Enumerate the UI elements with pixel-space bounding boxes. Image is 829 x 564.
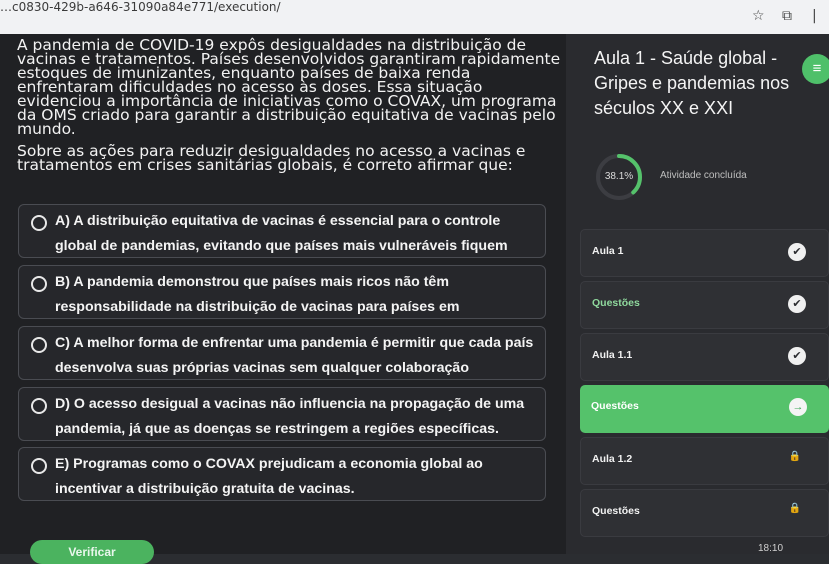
sidebar-item-questoes-1[interactable]: Questões ✔ — [580, 281, 829, 329]
radio-icon[interactable] — [31, 458, 47, 474]
question-prompt: Sobre as ações para reduzir desigualdade… — [17, 142, 526, 174]
sidebar-item-label: Aula 1.2 — [592, 453, 633, 465]
radio-icon[interactable] — [31, 215, 47, 231]
verify-button[interactable]: Verificar — [30, 540, 154, 564]
check-icon: ✔ — [788, 243, 806, 261]
system-clock: 18:10 — [758, 543, 784, 554]
sidebar-item-label: Questões — [591, 400, 639, 412]
sidebar-item-label: Questões — [592, 297, 640, 309]
sidebar-item-label: Aula 1 — [592, 245, 624, 257]
divider-icon: | — [812, 8, 817, 24]
browser-address-bar[interactable]: …c0830-429b-a646-31090a84e771/execution/… — [0, 0, 829, 34]
progress-status: Atividade concluída — [660, 170, 747, 181]
check-icon: ✔ — [788, 347, 806, 365]
option-text: E) Programas como o COVAX prejudicam a e… — [55, 456, 483, 497]
lock-icon: 🔒 — [788, 503, 801, 514]
sidebar-item-aula-1-1[interactable]: Aula 1.1 ✔ — [580, 333, 829, 381]
option-a[interactable]: A) A distribuição equitativa de vacinas … — [18, 204, 546, 279]
option-c[interactable]: C) A melhor forma de enfrentar uma pande… — [18, 326, 546, 401]
option-e[interactable]: E) Programas como o COVAX prejudicam a e… — [18, 447, 546, 501]
sidebar-item-label: Aula 1.1 — [592, 349, 633, 361]
course-title: Aula 1 - Saúde global - Gripes e pandemi… — [594, 48, 790, 118]
radio-icon[interactable] — [31, 398, 47, 414]
progress-indicator: 38.1% Atividade concluída — [594, 152, 747, 207]
course-sidebar: Aula 1 - Saúde global - Gripes e pandemi… — [566, 34, 829, 554]
sidebar-item-questoes-current[interactable]: Questões → — [580, 385, 829, 433]
lock-icon: 🔒 — [788, 451, 801, 462]
puzzle-icon[interactable]: ⧉ — [782, 8, 792, 24]
radio-icon[interactable] — [31, 276, 47, 292]
star-icon[interactable]: ☆ — [752, 8, 765, 24]
sidebar-item-aula-1[interactable]: Aula 1 ✔ — [580, 229, 829, 277]
sidebar-item-questoes-locked[interactable]: Questões 🔒 — [580, 489, 829, 537]
sidebar-item-label: Questões — [592, 505, 640, 517]
option-text: D) O acesso desigual a vacinas não influ… — [55, 396, 525, 437]
radio-icon[interactable] — [31, 337, 47, 353]
menu-icon[interactable]: ≡ — [802, 54, 829, 84]
sidebar-item-aula-1-2[interactable]: Aula 1.2 🔒 — [580, 437, 829, 485]
progress-percent: 38.1% — [604, 171, 634, 182]
activity-page: A pandemia de COVID-19 expôs desigualdad… — [0, 34, 829, 564]
option-b[interactable]: B) A pandemia demonstrou que países mais… — [18, 265, 546, 340]
option-d[interactable]: D) O acesso desigual a vacinas não influ… — [18, 387, 546, 441]
arrow-right-icon: → — [789, 398, 807, 416]
check-icon: ✔ — [788, 295, 806, 313]
question-context: A pandemia de COVID-19 expôs desigualdad… — [17, 36, 561, 138]
url-text[interactable]: …c0830-429b-a646-31090a84e771/execution/ — [0, 0, 281, 14]
